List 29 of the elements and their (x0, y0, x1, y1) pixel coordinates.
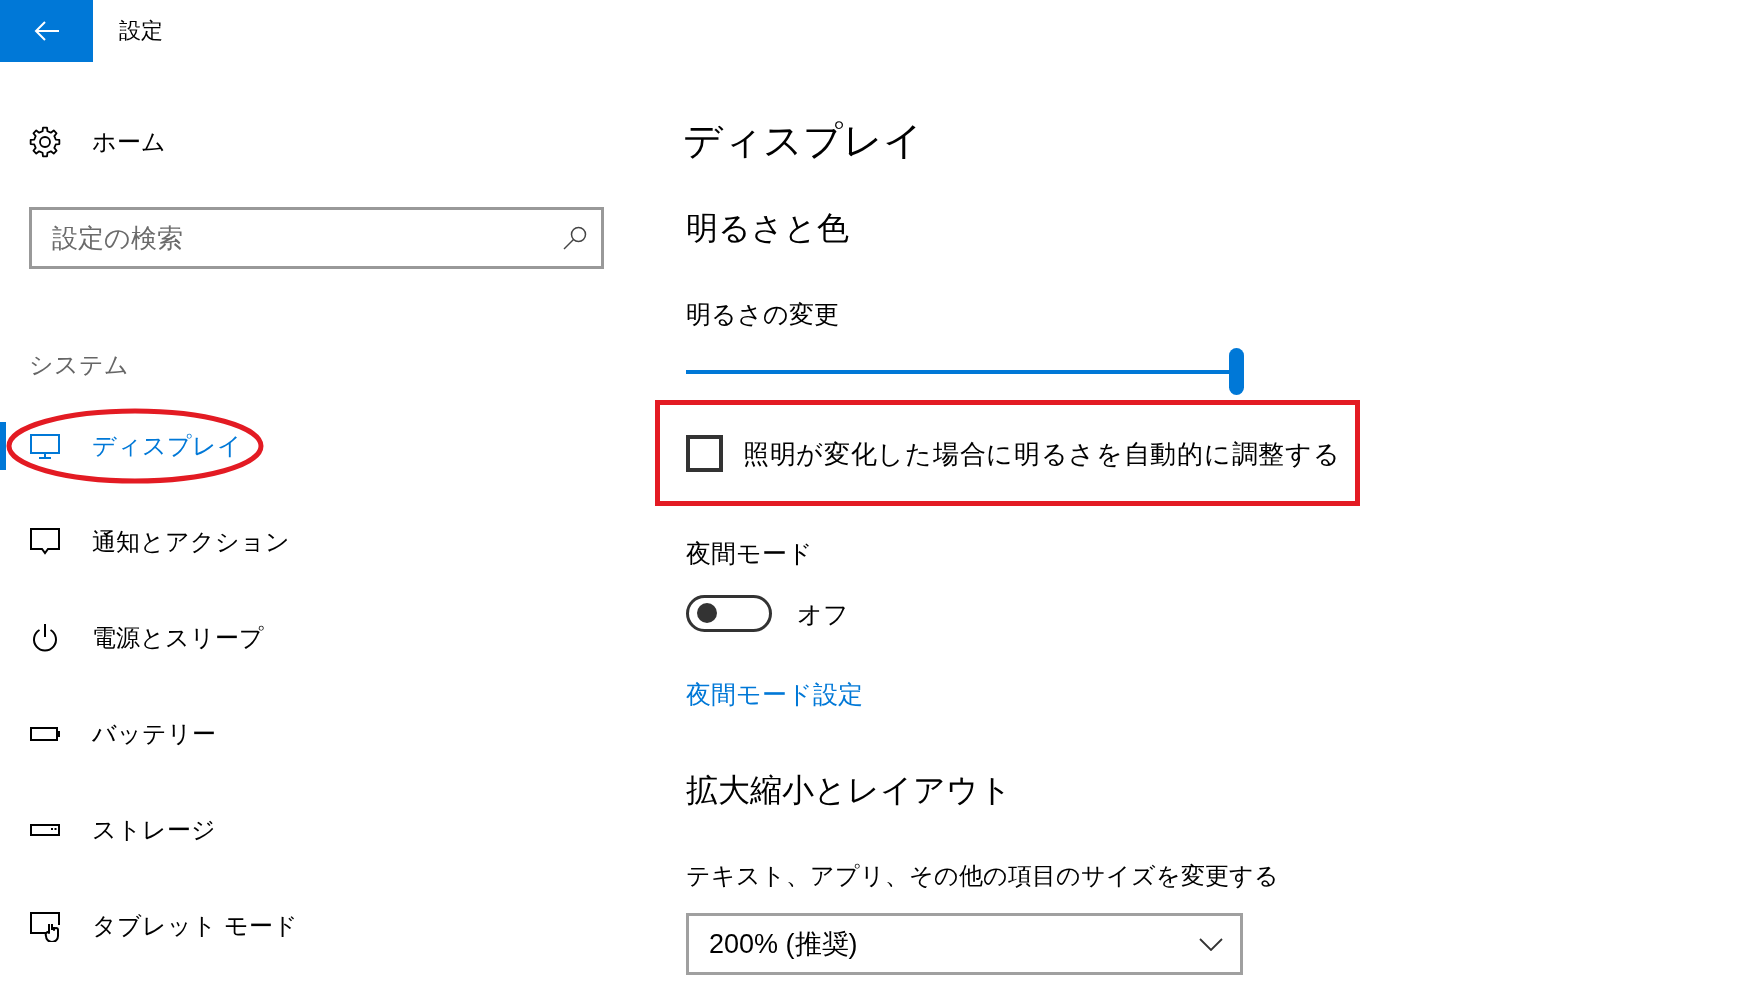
search-field[interactable]: 設定の検索 (29, 207, 604, 269)
toggle-knob (697, 603, 717, 623)
section-heading: 拡大縮小とレイアウト (686, 771, 1012, 810)
tablet-touch-icon (29, 910, 61, 942)
toggle-state: オフ (797, 598, 849, 630)
section-heading: 明るさと色 (686, 209, 849, 248)
slider-thumb[interactable] (1229, 348, 1244, 395)
checkbox-label[interactable]: 照明が変化した場合に明るさを自動的に調整する (743, 436, 1341, 471)
chevron-down-icon (1199, 937, 1223, 951)
slider-label: 明るさの変更 (686, 299, 839, 330)
toggle-label: 夜間モード (686, 538, 813, 569)
toggle-switch[interactable] (686, 595, 772, 632)
section-heading: システム (29, 350, 129, 380)
nav-item[interactable]: 通知とアクション (0, 518, 620, 566)
nav-item[interactable]: 電源とスリープ (0, 614, 620, 662)
back-arrow-icon (33, 21, 60, 41)
checkbox[interactable] (686, 435, 723, 472)
window-title: 設定 (119, 17, 163, 45)
nav-item[interactable]: タブレット モード (0, 902, 620, 950)
nav-item[interactable]: バッテリー (0, 710, 620, 758)
settings-link[interactable]: 夜間モード設定 (686, 678, 863, 710)
nav-item[interactable]: ディスプレイ (0, 422, 620, 470)
search-icon (563, 226, 587, 250)
dropdown-label: テキスト、アプリ、その他の項目のサイズを変更する (686, 862, 1279, 891)
scale-dropdown[interactable]: 200% (推奨) (686, 913, 1243, 975)
nav-item[interactable]: ストレージ (0, 806, 620, 854)
home-link[interactable]: ホーム (0, 118, 170, 166)
gear-icon (29, 126, 61, 158)
page-title: ディスプレイ (683, 118, 923, 164)
